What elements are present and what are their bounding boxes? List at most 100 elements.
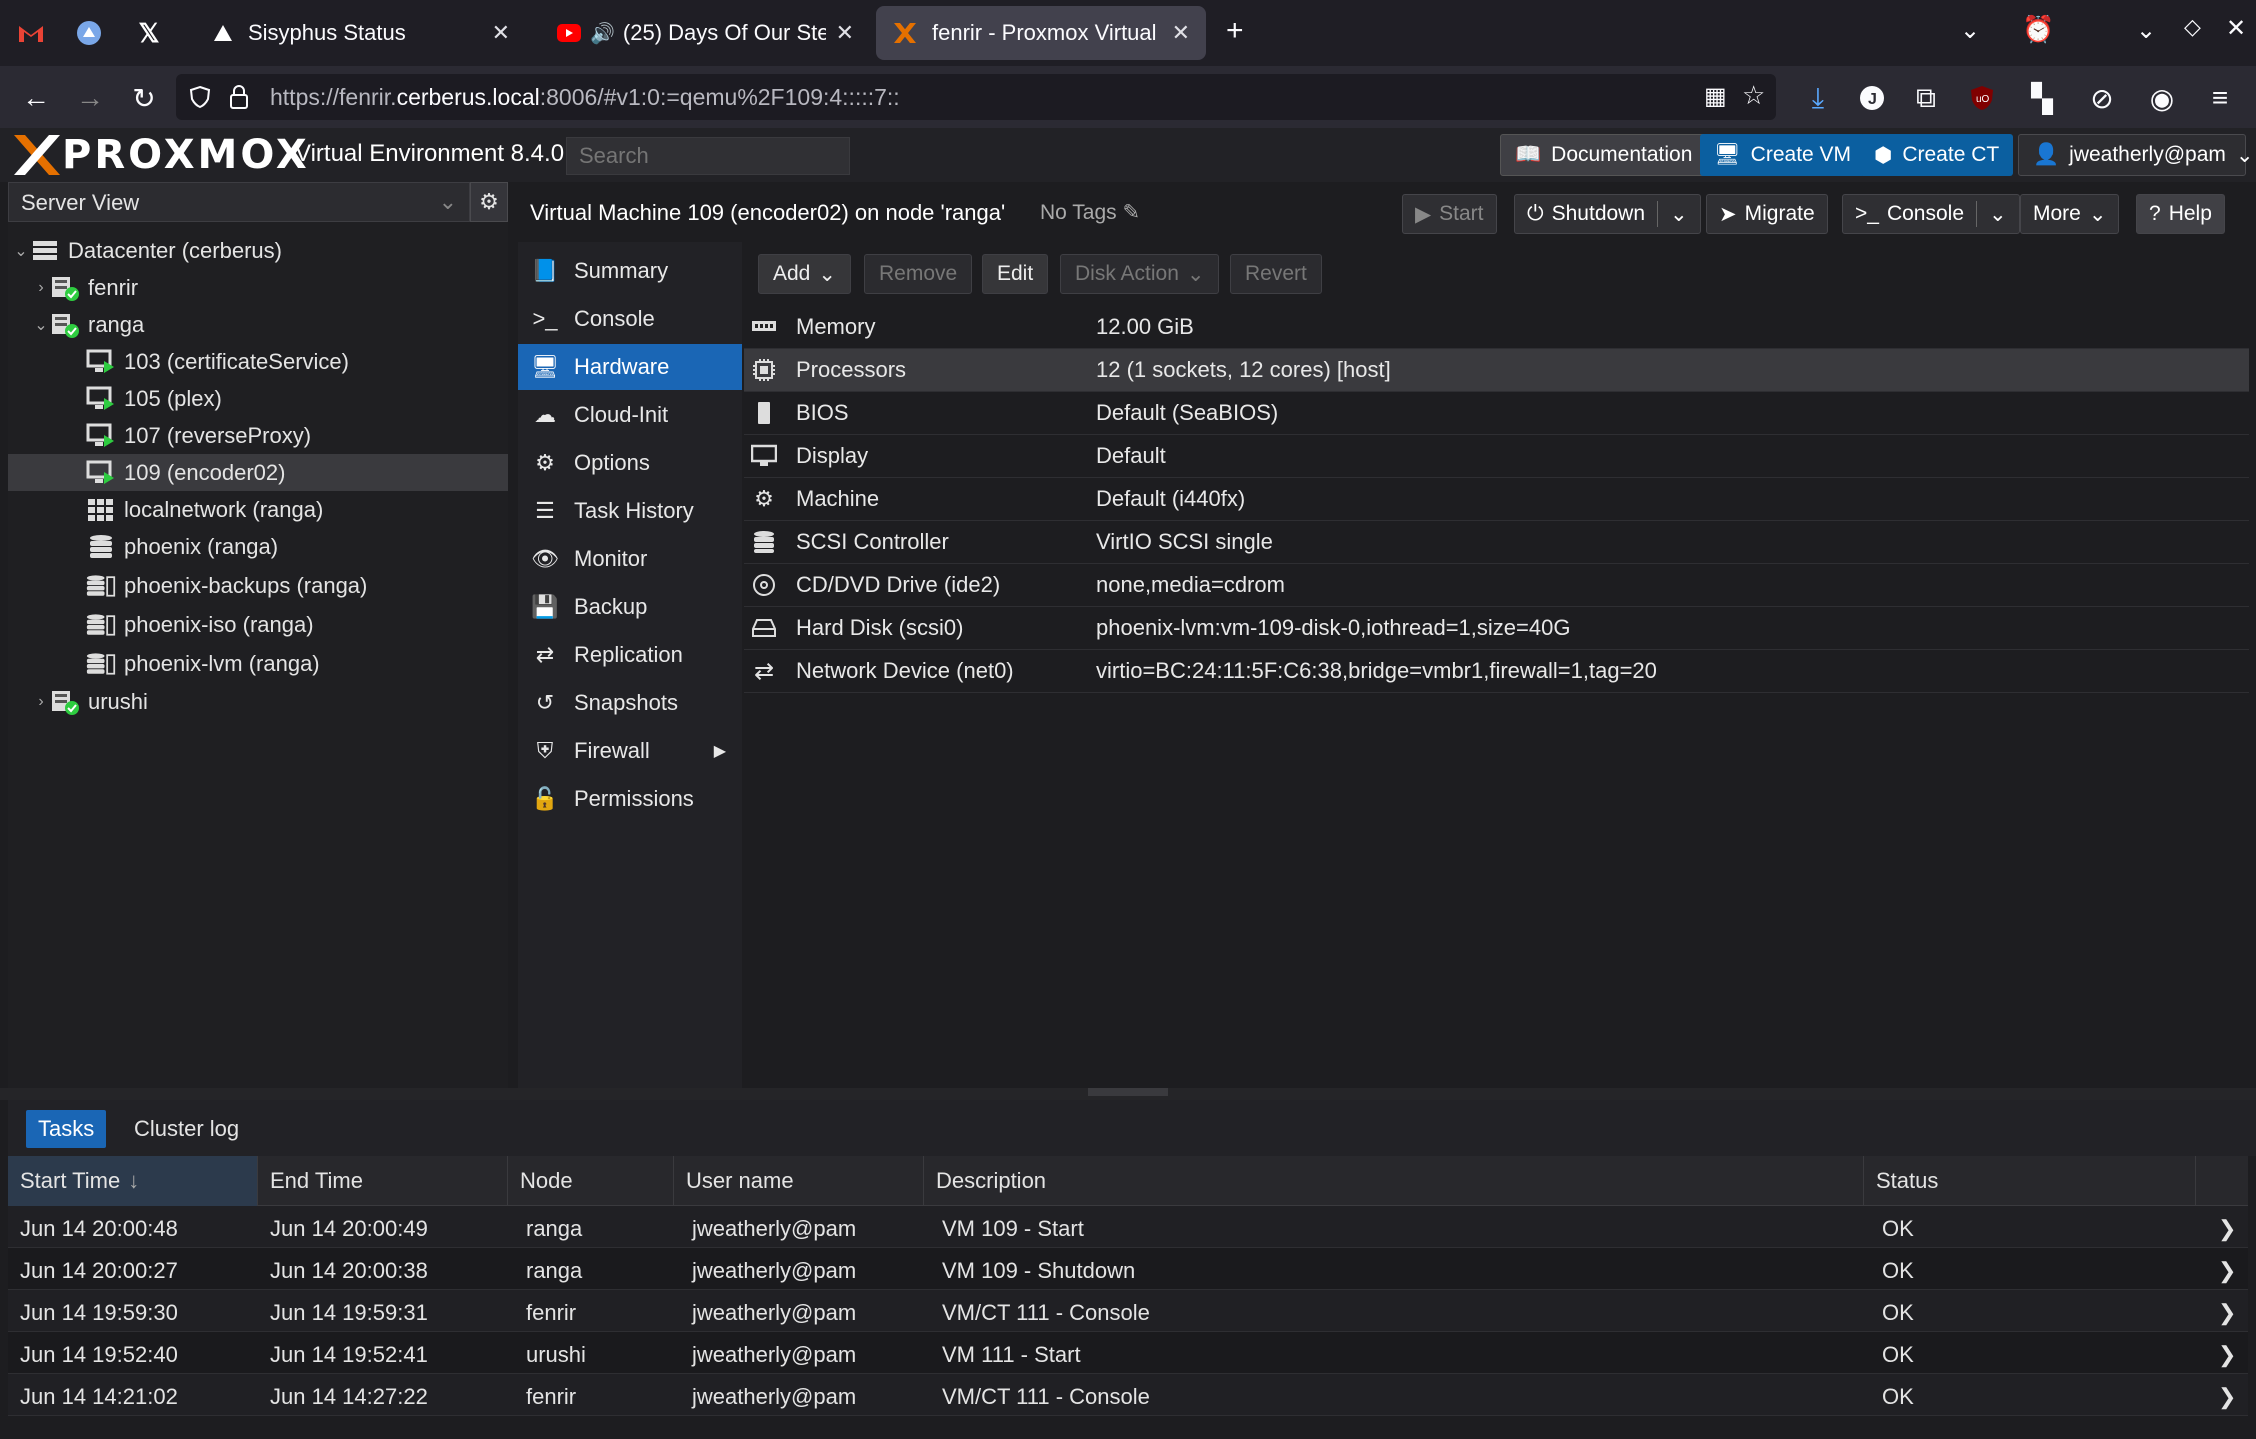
menu-item-cloud-init[interactable]: ☁ Cloud-Init: [518, 392, 742, 438]
column-status[interactable]: Status: [1864, 1156, 2196, 1206]
menu-item-task-history[interactable]: ☰ Task History: [518, 488, 742, 534]
chevron-down-icon[interactable]: ⌄: [32, 315, 50, 335]
help-button[interactable]: ? Help: [2136, 194, 2225, 234]
ublock-icon[interactable]: uO: [1962, 78, 2002, 118]
bookmark-star-icon[interactable]: ☆: [1742, 80, 1765, 111]
tree-item-phoenix-lvm[interactable]: phoenix-lvm (ranga): [8, 645, 508, 682]
hardware-row-processors[interactable]: Processors 12 (1 sockets, 12 cores) [host…: [744, 349, 2249, 392]
table-row[interactable]: Jun 14 14:21:02 Jun 14 14:27:22 fenrir jwea…: [8, 1374, 2248, 1416]
chevron-right-icon[interactable]: ❯: [2218, 1216, 2236, 1242]
close-icon[interactable]: ✕: [492, 20, 510, 46]
menu-item-summary[interactable]: 📘 Summary: [518, 248, 742, 294]
forward-icon[interactable]: →: [70, 78, 110, 118]
collapse-handle[interactable]: [1088, 1088, 1168, 1096]
chevron-right-icon[interactable]: ❯: [2218, 1342, 2236, 1368]
menu-item-permissions[interactable]: 🔓 Permissions: [518, 776, 742, 822]
alarm-icon[interactable]: ⏰: [2022, 14, 2054, 45]
menu-item-monitor[interactable]: 👁 Monitor: [518, 536, 742, 582]
add-button[interactable]: Add ⌄: [758, 254, 851, 294]
hardware-row-cd-dvd[interactable]: CD/DVD Drive (ide2) none,media=cdrom: [744, 564, 2249, 607]
hardware-row-machine[interactable]: ⚙ Machine Default (i440fx): [744, 478, 2249, 521]
migrate-button[interactable]: ➤ Migrate: [1706, 194, 1828, 234]
menu-item-snapshots[interactable]: ↺ Snapshots: [518, 680, 742, 726]
menu-item-backup[interactable]: 💾 Backup: [518, 584, 742, 630]
start-button[interactable]: ▶ Start: [1402, 194, 1497, 234]
hardware-row-scsi-controller[interactable]: SCSI Controller VirtIO SCSI single: [744, 521, 2249, 564]
hardware-row-bios[interactable]: BIOS Default (SeaBIOS): [744, 392, 2249, 435]
create-vm-button[interactable]: 🖥 Create VM: [1700, 134, 1866, 176]
url-bar[interactable]: https://fenrir.cerberus.local:8006/#v1:0…: [176, 74, 1776, 120]
extensions-icon[interactable]: ⧉: [1906, 78, 1946, 118]
extension-j-icon[interactable]: J: [1852, 78, 1892, 118]
chevron-right-icon[interactable]: ❯: [2218, 1300, 2236, 1326]
tree-item-ranga[interactable]: ⌄ ranga: [8, 306, 508, 343]
table-row[interactable]: Jun 14 20:00:48 Jun 14 20:00:49 ranga jweat…: [8, 1206, 2248, 1248]
close-icon[interactable]: ✕: [1172, 20, 1190, 46]
tree-item-phoenix[interactable]: phoenix (ranga): [8, 528, 508, 565]
gmail-pinned-tab[interactable]: [8, 14, 54, 52]
chevron-down-icon[interactable]: ⌄: [12, 241, 30, 261]
tree-item-vm-105[interactable]: 105 (plex): [8, 380, 508, 417]
tab-tasks[interactable]: Tasks: [26, 1110, 107, 1148]
tree-settings-button[interactable]: ⚙: [470, 182, 508, 222]
remove-button[interactable]: Remove: [864, 254, 973, 294]
search-input[interactable]: [566, 137, 850, 175]
close-icon[interactable]: ✕: [836, 20, 854, 46]
chevron-right-icon[interactable]: ›: [32, 279, 50, 297]
menu-item-console[interactable]: >_ Console: [518, 296, 742, 342]
minimize-icon[interactable]: ⌄: [2136, 16, 2156, 45]
column-description[interactable]: Description: [924, 1156, 1864, 1206]
tree-item-vm-109[interactable]: 109 (encoder02): [8, 454, 508, 491]
column-start-time[interactable]: Start Time ↓: [8, 1156, 258, 1206]
chevron-right-icon[interactable]: ›: [32, 693, 50, 711]
tree-item-phoenix-backups[interactable]: phoenix-backups (ranga): [8, 567, 508, 604]
url-text[interactable]: https://fenrir.cerberus.local:8006/#v1:0…: [270, 84, 900, 111]
tab-proxmox-fenrir[interactable]: fenrir - Proxmox Virtual En ✕: [876, 6, 1206, 60]
server-view-select[interactable]: Server View ⌄: [8, 182, 470, 222]
grid-extension-icon[interactable]: ▚: [2022, 78, 2062, 118]
hardware-row-hard-disk[interactable]: Hard Disk (scsi0) phoenix-lvm:vm-109-disk…: [744, 607, 2249, 650]
disk-action-button[interactable]: Disk Action ⌄: [1060, 254, 1220, 294]
table-row[interactable]: Jun 14 19:52:40 Jun 14 19:52:41 urushi jwea…: [8, 1332, 2248, 1374]
hardware-row-display[interactable]: Display Default: [744, 435, 2249, 478]
maximize-icon[interactable]: ◇: [2184, 14, 2201, 40]
eye-slash-icon[interactable]: ⊘: [2082, 78, 2122, 118]
chevron-right-icon[interactable]: ❯: [2218, 1384, 2236, 1410]
tree-item-localnetwork[interactable]: localnetwork (ranga): [8, 491, 508, 528]
hardware-row-network-device[interactable]: ⇄ Network Device (net0) virtio=BC:24:11:5…: [744, 650, 2249, 693]
hardware-row-memory[interactable]: Memory 12.00 GiB: [744, 306, 2249, 349]
column-user-name[interactable]: User name: [674, 1156, 924, 1206]
menu-item-options[interactable]: ⚙ Options: [518, 440, 742, 486]
tab-sisyphus-status[interactable]: Sisyphus Status ✕: [196, 6, 526, 60]
menu-icon[interactable]: ≡: [2200, 78, 2240, 118]
table-row[interactable]: Jun 14 20:00:27 Jun 14 20:00:38 ranga jweat…: [8, 1248, 2248, 1290]
proxmox-logo[interactable]: PROXMOX: [12, 132, 310, 178]
tree-item-vm-107[interactable]: 107 (reverseProxy): [8, 417, 508, 454]
revert-button[interactable]: Revert: [1230, 254, 1322, 294]
create-ct-button[interactable]: ⬢ Create CT: [1860, 134, 2014, 176]
chevron-down-icon[interactable]: ⌄: [1670, 202, 1688, 227]
new-tab-icon[interactable]: +: [1226, 14, 1244, 48]
menu-item-replication[interactable]: ⇄ Replication: [518, 632, 742, 678]
qr-code-icon[interactable]: ▦: [1704, 82, 1727, 111]
back-icon[interactable]: ←: [16, 78, 56, 118]
tree-item-datacenter[interactable]: ⌄ Datacenter (cerberus): [8, 232, 508, 269]
account-icon[interactable]: ◉: [2142, 78, 2182, 118]
tree-item-urushi[interactable]: › urushi: [8, 683, 508, 720]
chevron-right-icon[interactable]: ❯: [2218, 1258, 2236, 1284]
console-button[interactable]: >_ Console ⌄: [1842, 194, 2020, 234]
tree-item-phoenix-iso[interactable]: phoenix-iso (ranga): [8, 606, 508, 643]
menu-item-firewall[interactable]: ⛨ Firewall ▶: [518, 728, 742, 774]
reload-icon[interactable]: ↻: [124, 78, 164, 118]
download-icon[interactable]: ⤓: [1798, 78, 1838, 118]
tab-youtube[interactable]: 🔊 (25) Days Of Our Steele ✕: [540, 6, 870, 60]
column-node[interactable]: Node: [508, 1156, 674, 1206]
tree-item-vm-103[interactable]: 103 (certificateService): [8, 343, 508, 380]
column-end-time[interactable]: End Time: [258, 1156, 508, 1206]
tab-cluster-log[interactable]: Cluster log: [122, 1110, 251, 1148]
tree-item-fenrir[interactable]: › fenrir: [8, 269, 508, 306]
chevron-down-icon[interactable]: ⌄: [1989, 202, 2007, 227]
more-button[interactable]: More ⌄: [2020, 194, 2120, 234]
shutdown-button[interactable]: ⏻ Shutdown ⌄: [1514, 194, 1701, 234]
table-row[interactable]: Jun 14 19:59:30 Jun 14 19:59:31 fenrir jwea…: [8, 1290, 2248, 1332]
